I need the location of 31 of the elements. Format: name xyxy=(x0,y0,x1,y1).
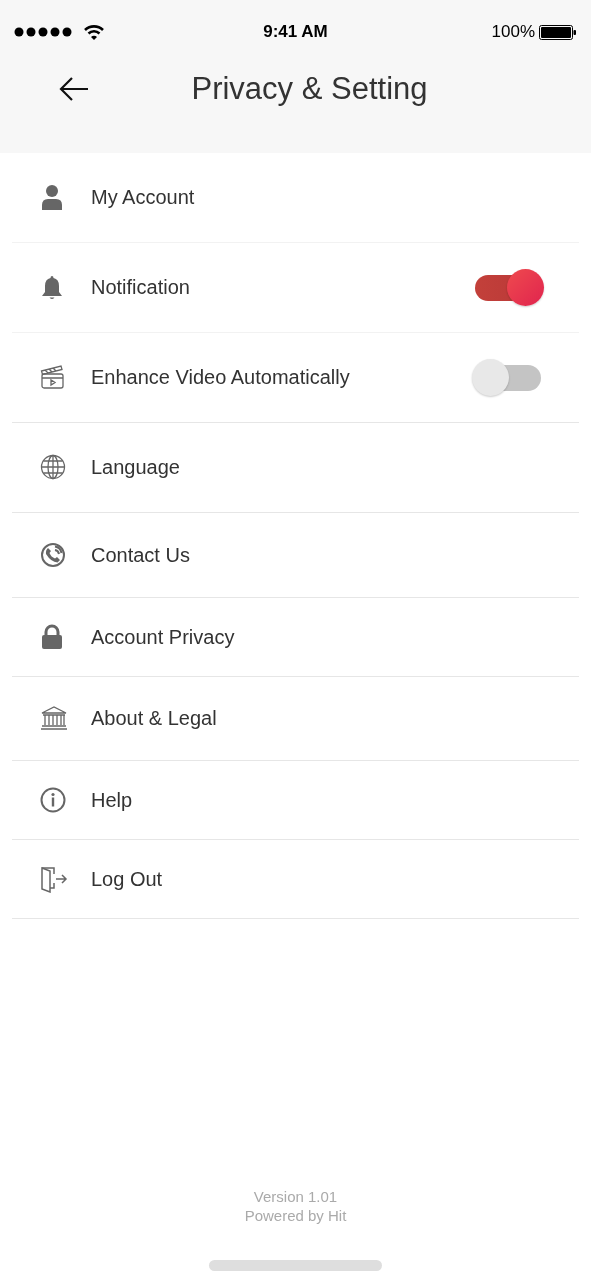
settings-row[interactable]: Account Privacy xyxy=(12,598,579,677)
settings-row[interactable]: Help xyxy=(12,761,579,840)
row-label: Language xyxy=(91,456,181,479)
powered-by-text: Powered by Hit xyxy=(244,1207,347,1224)
row-label: Enhance Video Automatically xyxy=(91,366,351,389)
battery-icon xyxy=(539,24,577,40)
settings-row[interactable]: Log Out xyxy=(12,840,579,919)
settings-row[interactable]: Notification xyxy=(12,243,579,333)
settings-row[interactable]: About & Legal xyxy=(12,677,579,761)
battery-percent: 100% xyxy=(491,22,535,42)
row-label: Notification xyxy=(91,276,191,299)
settings-row[interactable]: Contact Us xyxy=(12,513,579,598)
bank-building-icon xyxy=(40,705,68,732)
settings-row[interactable]: Enhance Video Automatically xyxy=(12,333,579,423)
wifi-icon xyxy=(84,24,104,40)
row-label: Help xyxy=(91,788,134,812)
row-label: Log Out xyxy=(91,867,164,891)
page-title: Privacy & Setting xyxy=(190,71,429,107)
info-icon xyxy=(40,786,68,814)
row-label: My Account xyxy=(91,186,196,209)
settings-row[interactable]: My Account xyxy=(12,153,579,243)
back-arrow-icon xyxy=(58,76,90,102)
row-label: Account Privacy xyxy=(91,625,236,649)
globe-icon xyxy=(40,454,68,481)
row-label: About & Legal xyxy=(91,707,218,730)
row-label: Contact Us xyxy=(91,543,191,567)
settings-row[interactable]: Language xyxy=(12,423,579,513)
door-exit-icon xyxy=(40,865,68,893)
status-time: 9:41 AM xyxy=(263,22,328,42)
phone-icon xyxy=(40,541,68,569)
version-text: Version 1.01 xyxy=(253,1188,338,1205)
